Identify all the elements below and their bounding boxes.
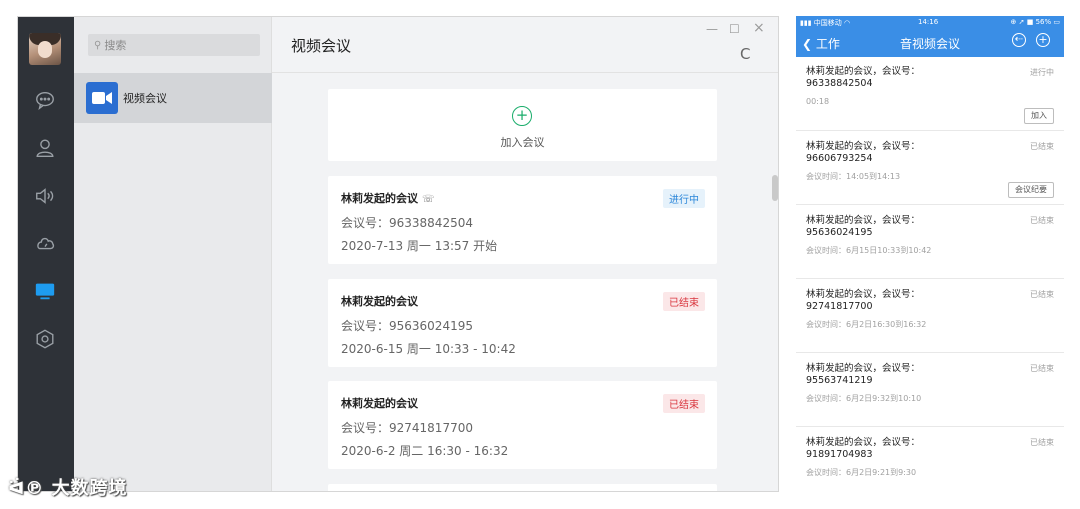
conversation-list: ⚲ 搜索 视频会议 [74, 17, 272, 491]
item-text: 林莉发起的会议，会议号： [806, 66, 921, 77]
item-text: 林莉发起的会议，会议号： [806, 437, 921, 448]
join-arrow-icon[interactable]: ⇠ [1012, 33, 1026, 47]
item-subtext: 会议时间：6月15日10:33到10:42 [806, 246, 932, 255]
status-badge: 已结束 [663, 292, 705, 311]
speaker-icon[interactable] [33, 184, 57, 208]
meeting-screen-icon[interactable] [33, 279, 57, 303]
search-icon: ⚲ [94, 39, 102, 51]
meeting-title: 林莉发起的会议 [341, 192, 418, 205]
item-subtext: 00:18 [806, 97, 830, 106]
close-button[interactable]: × [753, 20, 765, 36]
page-title: 视频会议 [291, 37, 352, 55]
list-item[interactable]: 林莉发起的会议，会议号： 96338842504 进行中 00:18 加入 [796, 57, 1064, 131]
meeting-time: 2020-6-15 周一 10:33 - 10:42 [341, 342, 516, 356]
scrollbar[interactable] [772, 175, 778, 201]
status-label: 已结束 [1030, 438, 1054, 447]
status-badge: 进行中 [663, 189, 705, 208]
list-item[interactable]: 林莉发起的会议，会议号： 91891704983 已结束 会议时间：6月2日9:2… [796, 427, 1064, 492]
conversation-item-video-meeting[interactable]: 视频会议 [74, 73, 272, 123]
battery-level: 56% [1035, 18, 1052, 26]
status-bar: ▮▮▮ 中国移动 ◠ 14:16 ⊕ ➚ ■ 56% ▭ [796, 16, 1064, 29]
phone-icon: ☏ [422, 194, 435, 205]
meeting-title: 林莉发起的会议 [341, 295, 418, 308]
nav-bar: ❮ 工作 音视频会议 ⇠ + [796, 29, 1064, 57]
join-meeting-label: 加入会议 [500, 136, 545, 149]
panel-header: 视频会议 — ☐ × C [272, 17, 778, 73]
status-label: 已结束 [1030, 364, 1054, 373]
item-subtext: 会议时间：6月2日9:21到9:30 [806, 468, 917, 477]
status-label: 已结束 [1030, 142, 1054, 151]
add-circle-icon[interactable]: + [1036, 33, 1050, 47]
list-item[interactable]: 林莉发起的会议，会议号： 92741817700 已结束 会议时间：6月2日16:… [796, 279, 1064, 353]
settings-icon[interactable] [33, 327, 57, 351]
item-subtext: 会议时间：6月2日16:30到16:32 [806, 320, 927, 329]
item-text: 林莉发起的会议，会议号： [806, 289, 921, 300]
chat-icon[interactable] [33, 88, 57, 112]
desktop-window: ⚲ 搜索 视频会议 视频会议 — ☐ × C + 加入会议 林莉发起的会议 ☏ 进… [17, 16, 779, 492]
status-time: 14:16 [918, 18, 939, 26]
refresh-icon[interactable]: C [740, 45, 750, 63]
list-item[interactable]: 林莉发起的会议，会议号： 96606793254 已结束 会议时间：14:05到1… [796, 131, 1064, 205]
avatar[interactable] [29, 33, 61, 65]
list-item[interactable]: 林莉发起的会议，会议号： 95563741219 已结束 会议时间：6月2日9:3… [796, 353, 1064, 427]
item-number: 96338842504 [806, 78, 873, 89]
item-subtext: 会议时间：14:05到14:13 [806, 172, 901, 181]
status-label: 进行中 [1030, 68, 1054, 77]
video-camera-icon [86, 82, 118, 114]
search-input[interactable]: ⚲ 搜索 [88, 34, 260, 56]
nav-rail [18, 17, 74, 491]
wifi-icon: ◠ [844, 19, 851, 27]
meeting-card[interactable]: 林莉发起的会议 已结束 会议号：92741817700 2020-6-2 周二 … [328, 381, 717, 469]
item-number: 91891704983 [806, 449, 873, 460]
meeting-number: 会议号：95636024195 [341, 319, 473, 333]
cloud-icon[interactable] [33, 231, 57, 255]
meeting-title: 林莉发起的会议 [341, 397, 418, 410]
meeting-number: 会议号：96338842504 [341, 216, 473, 230]
watermark: ᐛ℗ 大数跨境 [8, 474, 128, 500]
main-panel: 视频会议 — ☐ × C + 加入会议 林莉发起的会议 ☏ 进行中 会议号：963… [272, 17, 778, 491]
status-label: 已结束 [1030, 290, 1054, 299]
meeting-time: 2020-6-2 周二 16:30 - 16:32 [341, 444, 509, 458]
meeting-number: 会议号：92741817700 [341, 421, 473, 435]
carrier: 中国移动 [813, 19, 842, 27]
meeting-card[interactable]: 林莉发起的会议 ☏ 进行中 会议号：96338842504 2020-7-13 周… [328, 176, 717, 264]
join-meeting-card[interactable]: + 加入会议 [328, 89, 717, 161]
location-icon: ⊕ ➚ ■ [1010, 18, 1036, 26]
meeting-minutes-button[interactable]: 会议纪要 [1008, 182, 1054, 198]
status-label: 已结束 [1030, 216, 1054, 225]
item-text: 林莉发起的会议，会议号： [806, 215, 921, 226]
battery-icon: ▭ [1053, 18, 1060, 26]
item-subtext: 会议时间：6月2日9:32到10:10 [806, 394, 922, 403]
search-placeholder: 搜索 [104, 39, 127, 52]
meeting-time: 2020-7-13 周一 13:57 开始 [341, 239, 498, 253]
conversation-name: 视频会议 [123, 92, 167, 105]
meeting-card-partial[interactable] [328, 484, 717, 491]
maximize-button[interactable]: ☐ [729, 22, 740, 36]
item-number: 95636024195 [806, 227, 873, 238]
list-item[interactable]: 林莉发起的会议，会议号： 95636024195 已结束 会议时间：6月15日10… [796, 205, 1064, 279]
item-number: 92741817700 [806, 301, 873, 312]
item-text: 林莉发起的会议，会议号： [806, 141, 921, 152]
plus-circle-icon: + [512, 106, 532, 126]
item-number: 95563741219 [806, 375, 873, 386]
contacts-icon[interactable] [33, 136, 57, 160]
join-button[interactable]: 加入 [1024, 108, 1054, 124]
meeting-card[interactable]: 林莉发起的会议 已结束 会议号：95636024195 2020-6-15 周一… [328, 279, 717, 367]
item-text: 林莉发起的会议，会议号： [806, 363, 921, 374]
watermark-logo-icon: ᐛ℗ [8, 478, 52, 499]
item-number: 96606793254 [806, 153, 873, 164]
signal-icon: ▮▮▮ [800, 19, 814, 27]
watermark-text: 大数跨境 [51, 478, 128, 499]
mobile-screen: ▮▮▮ 中国移动 ◠ 14:16 ⊕ ➚ ■ 56% ▭ ❮ 工作 音视频会议 … [796, 16, 1064, 492]
minimize-button[interactable]: — [706, 22, 718, 36]
status-badge: 已结束 [663, 394, 705, 413]
